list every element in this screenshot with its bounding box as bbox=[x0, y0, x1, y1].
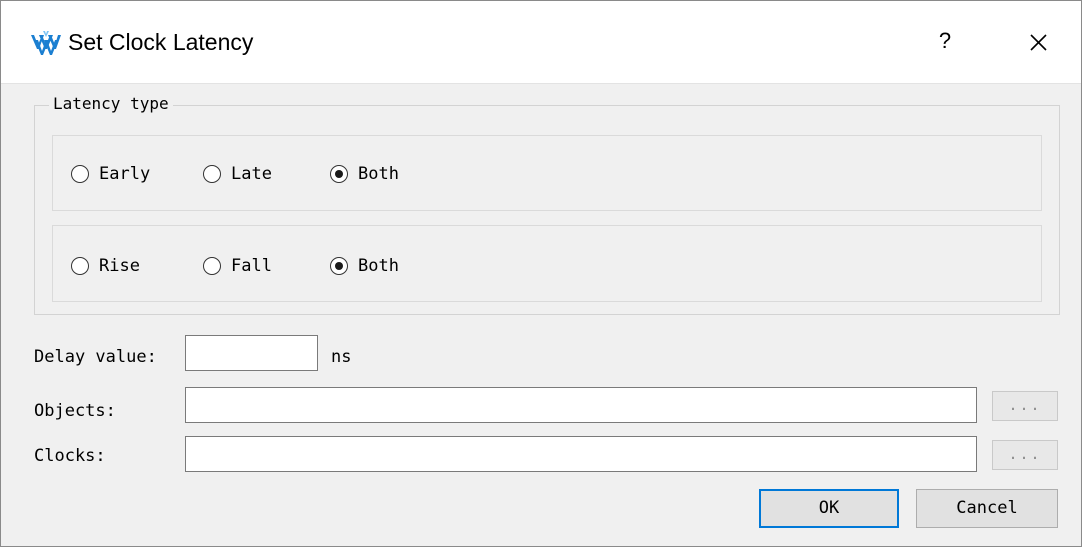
radio-early-late-both-label: Both bbox=[358, 164, 399, 184]
clocks-label: Clocks: bbox=[34, 446, 106, 466]
set-clock-latency-dialog: Set Clock Latency ? Latency type Early L… bbox=[0, 0, 1082, 547]
radio-late-label: Late bbox=[231, 164, 272, 184]
title-bar: Set Clock Latency ? bbox=[1, 1, 1081, 84]
radio-fall[interactable]: Fall bbox=[203, 254, 272, 278]
radio-late-circle[interactable] bbox=[203, 165, 221, 183]
objects-input[interactable] bbox=[185, 387, 977, 423]
radio-early-late-both-circle[interactable] bbox=[330, 165, 348, 183]
radio-rise-fall-both-circle[interactable] bbox=[330, 257, 348, 275]
delay-value-label: Delay value: bbox=[34, 347, 157, 367]
objects-browse-button[interactable]: ... bbox=[992, 391, 1058, 421]
delay-value-input[interactable] bbox=[185, 335, 318, 371]
window-title: Set Clock Latency bbox=[68, 29, 254, 55]
radio-early[interactable]: Early bbox=[71, 162, 150, 186]
radio-early-late-both[interactable]: Both bbox=[330, 162, 399, 186]
clocks-browse-button[interactable]: ... bbox=[992, 440, 1058, 470]
close-button[interactable] bbox=[1019, 23, 1057, 61]
early-late-group bbox=[52, 135, 1042, 211]
delay-unit-label: ns bbox=[331, 347, 352, 367]
radio-early-circle[interactable] bbox=[71, 165, 89, 183]
radio-rise-fall-both-label: Both bbox=[358, 256, 399, 276]
gowin-logo-icon bbox=[30, 29, 62, 57]
close-icon bbox=[1030, 34, 1047, 51]
clocks-input[interactable] bbox=[185, 436, 977, 472]
radio-fall-circle[interactable] bbox=[203, 257, 221, 275]
radio-rise-fall-both[interactable]: Both bbox=[330, 254, 399, 278]
ok-button[interactable]: OK bbox=[759, 489, 899, 528]
latency-type-legend: Latency type bbox=[49, 94, 173, 114]
help-button[interactable]: ? bbox=[929, 23, 961, 59]
radio-fall-label: Fall bbox=[231, 256, 272, 276]
cancel-button[interactable]: Cancel bbox=[916, 489, 1058, 528]
radio-late[interactable]: Late bbox=[203, 162, 272, 186]
radio-rise[interactable]: Rise bbox=[71, 254, 140, 278]
radio-rise-label: Rise bbox=[99, 256, 140, 276]
rise-fall-group bbox=[52, 225, 1042, 302]
objects-label: Objects: bbox=[34, 401, 116, 421]
radio-early-label: Early bbox=[99, 164, 151, 184]
radio-rise-circle[interactable] bbox=[71, 257, 89, 275]
